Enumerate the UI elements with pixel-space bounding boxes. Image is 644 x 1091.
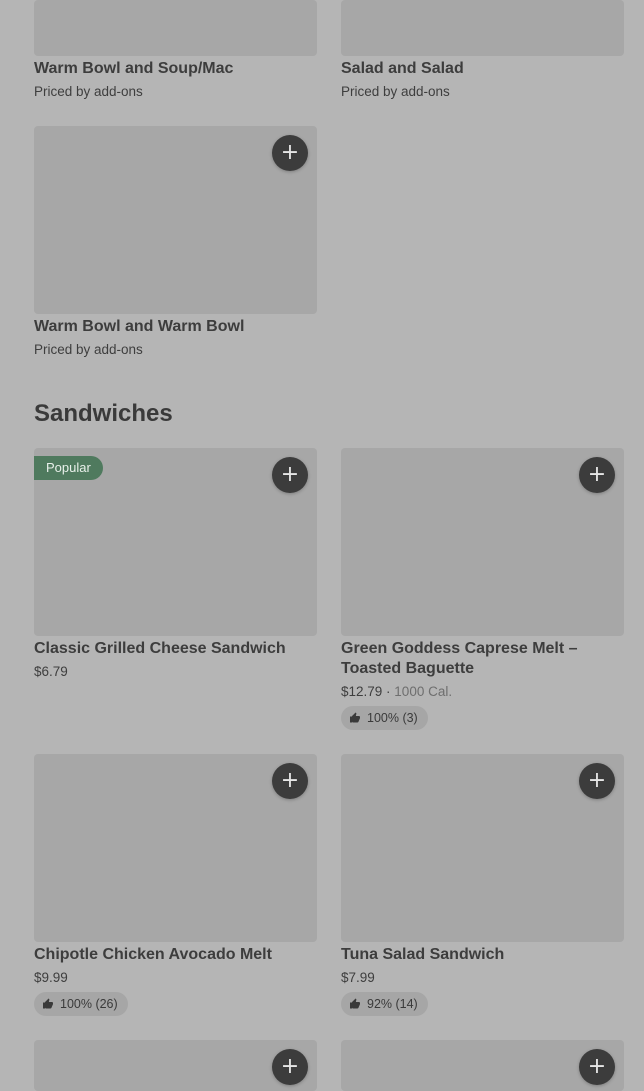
menu-item-price: $6.79 bbox=[34, 664, 68, 679]
menu-item-name: Salad and Salad bbox=[341, 60, 464, 77]
menu-item-price-note: Priced by add-ons bbox=[341, 84, 450, 99]
thumbs-up-icon bbox=[43, 998, 53, 1009]
menu-item-name: Warm Bowl and Soup/Mac bbox=[34, 60, 234, 77]
menu-item-image[interactable] bbox=[341, 0, 624, 56]
menu-item-image[interactable] bbox=[34, 0, 317, 56]
plus-icon: + bbox=[280, 462, 300, 487]
separator: · bbox=[382, 684, 395, 699]
plus-icon: + bbox=[280, 1054, 300, 1079]
plus-icon: + bbox=[587, 1054, 607, 1079]
add-item-button[interactable]: + bbox=[579, 457, 615, 493]
add-item-button[interactable]: + bbox=[272, 763, 308, 799]
rating-text: 100% (3) bbox=[367, 711, 418, 725]
rating-badge: 100% (26) bbox=[34, 992, 128, 1016]
menu-item-price-note: Priced by add-ons bbox=[34, 84, 143, 99]
menu-item-name: Green Goddess Caprese Melt – Toasted Bag… bbox=[341, 640, 578, 677]
add-item-button[interactable]: + bbox=[272, 135, 308, 171]
menu-item-price: $7.99 bbox=[341, 970, 375, 985]
menu-item-price: $12.79 · 1000 Cal. bbox=[341, 683, 452, 701]
rating-text: 100% (26) bbox=[60, 997, 118, 1011]
rating-badge: 100% (3) bbox=[341, 706, 428, 730]
section-title: Sandwiches bbox=[34, 400, 173, 427]
plus-icon: + bbox=[280, 140, 300, 165]
rating-text: 92% (14) bbox=[367, 997, 418, 1011]
plus-icon: + bbox=[280, 768, 300, 793]
plus-icon: + bbox=[587, 462, 607, 487]
price: $12.79 bbox=[341, 684, 383, 699]
menu-item-price: $9.99 bbox=[34, 970, 68, 985]
calories: 1000 Cal. bbox=[394, 684, 453, 699]
add-item-button[interactable]: + bbox=[579, 763, 615, 799]
popular-badge: Popular bbox=[34, 456, 103, 480]
thumbs-up-icon bbox=[350, 998, 360, 1009]
menu-item-name: Chipotle Chicken Avocado Melt bbox=[34, 946, 272, 963]
menu-item-name: Classic Grilled Cheese Sandwich bbox=[34, 640, 286, 657]
add-item-button[interactable]: + bbox=[272, 457, 308, 493]
plus-icon: + bbox=[587, 768, 607, 793]
menu-item-price-note: Priced by add-ons bbox=[34, 342, 143, 357]
menu-item-name: Warm Bowl and Warm Bowl bbox=[34, 318, 245, 335]
menu-item-name: Tuna Salad Sandwich bbox=[341, 946, 505, 963]
add-item-button[interactable]: + bbox=[579, 1049, 615, 1085]
thumbs-up-icon bbox=[350, 712, 360, 723]
rating-badge: 92% (14) bbox=[341, 992, 428, 1016]
add-item-button[interactable]: + bbox=[272, 1049, 308, 1085]
